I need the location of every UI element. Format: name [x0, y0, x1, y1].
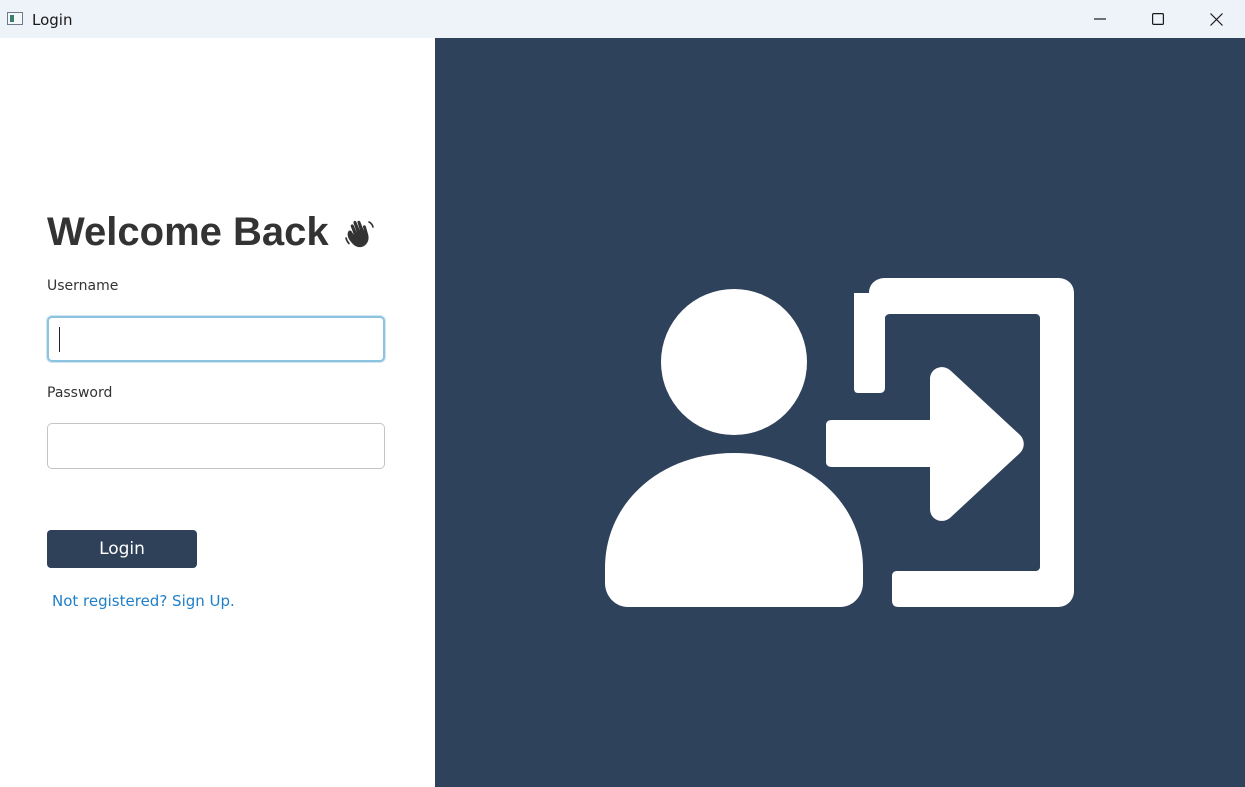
app-window-icon — [7, 12, 23, 25]
user-login-icon — [605, 278, 1074, 607]
username-input[interactable] — [47, 316, 385, 362]
window-title: Login — [32, 11, 73, 29]
login-form-panel: Welcome Back Username Password Login Not… — [0, 38, 435, 787]
welcome-heading: Welcome Back — [47, 210, 329, 254]
minimize-button[interactable] — [1071, 0, 1129, 38]
minimize-icon — [1094, 18, 1106, 20]
maximize-button[interactable] — [1129, 0, 1187, 38]
login-window: Login Welcome Back Username Password Log… — [0, 0, 1245, 787]
waving-hand-icon — [344, 220, 374, 247]
close-icon — [1209, 12, 1223, 26]
close-button[interactable] — [1187, 0, 1245, 38]
title-bar: Login — [0, 0, 1245, 38]
login-button[interactable]: Login — [47, 530, 197, 568]
password-input[interactable] — [47, 423, 385, 469]
maximize-icon — [1152, 13, 1164, 25]
password-label: Password — [47, 385, 113, 401]
text-caret — [59, 327, 60, 352]
signup-link[interactable]: Not registered? Sign Up. — [52, 592, 235, 610]
username-label: Username — [47, 278, 119, 294]
page-title: Welcome Back — [47, 210, 377, 255]
illustration-panel — [435, 38, 1245, 787]
